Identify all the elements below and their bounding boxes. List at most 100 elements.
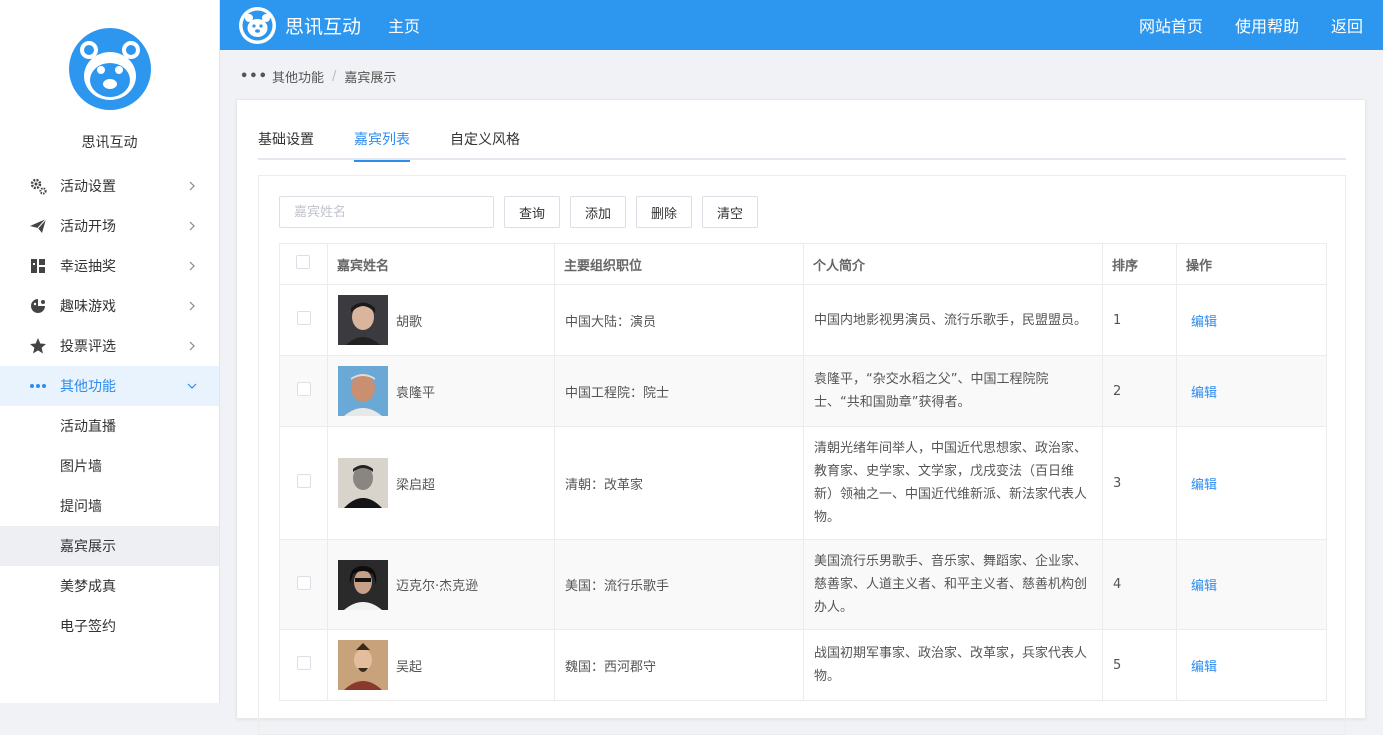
- action-cell: 编辑: [1176, 629, 1327, 701]
- home-link[interactable]: 主页: [388, 13, 420, 37]
- sidebar-item-label: 投票评选: [60, 339, 116, 355]
- row-checkbox-cell: [279, 284, 328, 356]
- guest-table: 嘉宾姓名 主要组织职位 个人简介 排序 操作 胡歌 中国大陆：演员 中国内地影视…: [279, 243, 1327, 701]
- guest-name: 迈克尔·杰克逊: [396, 579, 479, 594]
- help-link[interactable]: 使用帮助: [1219, 13, 1315, 37]
- chevron-right-icon: [189, 341, 195, 351]
- action-cell: 编辑: [1176, 426, 1327, 540]
- edit-link[interactable]: 编辑: [1191, 579, 1217, 594]
- sidebar-item-label: 其他功能: [60, 379, 116, 395]
- tab-custom-style[interactable]: 自定义风格: [450, 128, 520, 160]
- sidebar-item-other-functions[interactable]: 其他功能: [0, 366, 219, 406]
- row-checkbox[interactable]: [297, 575, 311, 590]
- top-links: 网站首页 使用帮助 返回: [1123, 13, 1383, 37]
- guest-name: 吴起: [396, 659, 423, 675]
- sidebar-subitem-question-wall[interactable]: 提问墙: [0, 486, 219, 526]
- row-checkbox[interactable]: [297, 656, 311, 670]
- guest-avatar: [338, 295, 388, 345]
- main-card: 基础设置 嘉宾列表 自定义风格 查询 添加 删除 清空 嘉宾姓名 主要组织职位 …: [236, 99, 1366, 735]
- sidebar-item-label: 活动设置: [60, 179, 116, 195]
- query-button[interactable]: 查询: [504, 196, 561, 228]
- guest-bio: 清朝光绪年间举人，中国近代思想家、政治家、教育家、史学家、文学家，戊戌变法（百日…: [803, 426, 1103, 540]
- guest-position: 中国工程院：院士: [554, 355, 804, 427]
- row-checkbox-cell: [279, 539, 328, 630]
- tab-guest-list[interactable]: 嘉宾列表: [354, 128, 410, 162]
- table-row: 吴起 魏国：西河郡守 战国初期军事家、政治家、改革家，兵家代表人物。 5 编辑: [279, 629, 1327, 701]
- header-bio: 个人简介: [803, 243, 1103, 285]
- back-link[interactable]: 返回: [1315, 13, 1383, 37]
- guest-name-cell: 迈克尔·杰克逊: [327, 539, 555, 630]
- guest-bio: 战国初期军事家、政治家、改革家，兵家代表人物。: [803, 629, 1103, 701]
- add-button[interactable]: 添加: [570, 196, 627, 228]
- breadcrumb-separator: /: [331, 68, 337, 84]
- sidebar-subitem-guest-display[interactable]: 嘉宾展示: [0, 526, 219, 566]
- header-position: 主要组织职位: [554, 243, 804, 285]
- top-bar: 思讯互动 主页 网站首页 使用帮助 返回: [220, 0, 1383, 50]
- guest-bio: 美国流行乐男歌手、音乐家、舞蹈家、企业家、慈善家、人道主义者、和平主义者、慈善机…: [803, 539, 1103, 630]
- action-cell: 编辑: [1176, 284, 1327, 356]
- edit-link[interactable]: 编辑: [1191, 386, 1217, 401]
- more-dots-icon: •••: [240, 68, 268, 84]
- edit-link[interactable]: 编辑: [1191, 478, 1217, 493]
- sidebar-item-label: 趣味游戏: [60, 299, 116, 315]
- header-name: 嘉宾姓名: [327, 243, 555, 285]
- guest-name-cell: 梁启超: [327, 426, 555, 540]
- sidebar-item-label: 幸运抽奖: [60, 259, 116, 275]
- row-checkbox-cell: [279, 426, 328, 540]
- tab-basic-settings[interactable]: 基础设置: [258, 128, 314, 160]
- guest-name: 袁隆平: [396, 385, 436, 401]
- guest-order: 5: [1102, 629, 1177, 701]
- delete-button[interactable]: 删除: [636, 196, 693, 228]
- sidebar-item-activity-opening[interactable]: 活动开场: [0, 206, 219, 246]
- guest-name-search-input[interactable]: [279, 196, 494, 228]
- bear-logo-icon: [239, 6, 276, 44]
- gamepad-icon: [28, 296, 48, 316]
- guest-avatar: [338, 640, 388, 690]
- sidebar-item-lucky-draw[interactable]: 幸运抽奖: [0, 246, 219, 286]
- sidebar-item-activity-settings[interactable]: 活动设置: [0, 166, 219, 206]
- guest-name-cell: 袁隆平: [327, 355, 555, 427]
- sidebar-item-fun-games[interactable]: 趣味游戏: [0, 286, 219, 326]
- row-checkbox[interactable]: [297, 382, 311, 396]
- action-cell: 编辑: [1176, 355, 1327, 427]
- row-checkbox[interactable]: [297, 311, 311, 325]
- clear-button[interactable]: 清空: [702, 196, 759, 228]
- tab-bar: 基础设置 嘉宾列表 自定义风格: [258, 128, 1346, 162]
- select-all-checkbox[interactable]: [296, 255, 310, 269]
- guest-bio: 中国内地影视男演员、流行乐歌手，民盟盟员。: [803, 284, 1103, 356]
- sidebar: 思讯互动 活动设置 活动开场 幸运抽奖 趣味游戏 投票评选 其他功能 活动直播 …: [0, 0, 220, 703]
- chevron-right-icon: [189, 261, 195, 271]
- breadcrumb-current: 嘉宾展示: [344, 70, 397, 86]
- toolbar: 查询 添加 删除 清空: [279, 196, 759, 228]
- row-checkbox[interactable]: [297, 474, 311, 488]
- guest-list-panel: 查询 添加 删除 清空 嘉宾姓名 主要组织职位 个人简介 排序 操作: [258, 175, 1346, 735]
- row-checkbox-cell: [279, 355, 328, 427]
- guest-position: 中国大陆：演员: [554, 284, 804, 356]
- header-checkbox-cell: [279, 243, 328, 285]
- guest-order: 1: [1102, 284, 1177, 356]
- guest-position: 魏国：西河郡守: [554, 629, 804, 701]
- sidebar-subitem-live[interactable]: 活动直播: [0, 406, 219, 446]
- sidebar-item-voting[interactable]: 投票评选: [0, 326, 219, 366]
- action-cell: 编辑: [1176, 539, 1327, 630]
- row-checkbox-cell: [279, 629, 328, 701]
- table-row: 胡歌 中国大陆：演员 中国内地影视男演员、流行乐歌手，民盟盟员。 1 编辑: [279, 284, 1327, 356]
- table-row: 迈克尔·杰克逊 美国：流行乐歌手 美国流行乐男歌手、音乐家、舞蹈家、企业家、慈善…: [279, 539, 1327, 630]
- table-row: 袁隆平 中国工程院：院士 袁隆平，“杂交水稻之父”、中国工程院院士、“共和国勋章…: [279, 355, 1327, 427]
- guest-bio: 袁隆平，“杂交水稻之父”、中国工程院院士、“共和国勋章”获得者。: [803, 355, 1103, 427]
- sidebar-subitem-photo-wall[interactable]: 图片墙: [0, 446, 219, 486]
- chevron-down-icon: [187, 383, 197, 389]
- website-home-link[interactable]: 网站首页: [1123, 13, 1219, 37]
- sidebar-subitem-e-sign[interactable]: 电子签约: [0, 606, 219, 646]
- brand-name: 思讯互动: [81, 135, 138, 151]
- edit-link[interactable]: 编辑: [1191, 660, 1217, 675]
- table-row: 梁启超 清朝：改革家 清朝光绪年间举人，中国近代思想家、政治家、教育家、史学家、…: [279, 426, 1327, 540]
- sidebar-logo-area: 思讯互动: [0, 0, 219, 160]
- edit-link[interactable]: 编辑: [1191, 315, 1217, 330]
- sidebar-subitem-dream[interactable]: 美梦成真: [0, 566, 219, 606]
- guest-order: 3: [1102, 426, 1177, 540]
- sidebar-item-label: 活动开场: [60, 219, 116, 235]
- more-dots-icon: [28, 376, 48, 396]
- header-order: 排序: [1102, 243, 1177, 285]
- breadcrumb-parent[interactable]: 其他功能: [272, 67, 324, 86]
